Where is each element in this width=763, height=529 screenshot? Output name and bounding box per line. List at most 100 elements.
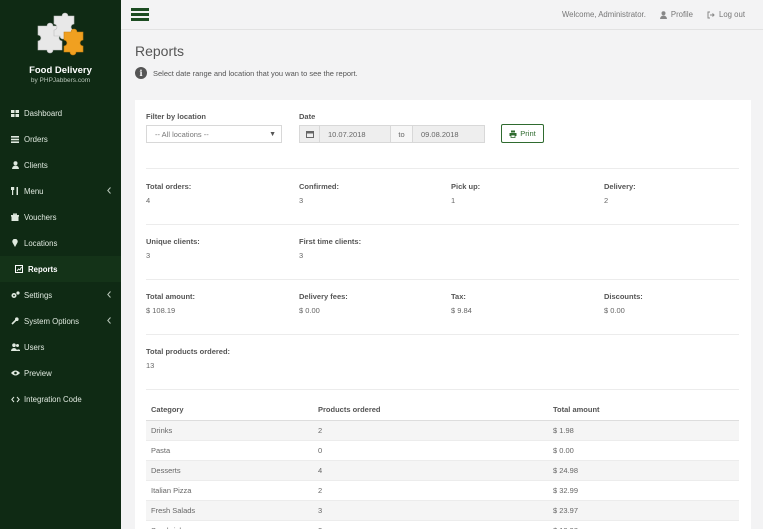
table-cell-amount: $ 13.98 [548, 519, 739, 529]
tax-label: Tax: [451, 292, 466, 301]
location-filter-label: Filter by location [146, 112, 207, 121]
table-cell-products: 4 [313, 459, 548, 480]
sidebar-item-orders[interactable]: Orders [0, 126, 121, 152]
table-cell-category: Desserts [146, 459, 313, 480]
divider [146, 389, 739, 390]
sidebar-item-system-options[interactable]: System Options [0, 308, 121, 334]
location-select-value: -- All locations -- [155, 129, 209, 139]
total-orders-label: Total orders: [146, 182, 192, 191]
date-to-label: to [391, 125, 413, 143]
tax-value: $ 9.84 [451, 306, 472, 315]
table-header-row: Category Products ordered Total amount [146, 400, 739, 421]
brand-name: Food Delivery [29, 65, 92, 76]
sidebar-item-dashboard[interactable]: Dashboard [0, 100, 121, 126]
profile-link[interactable]: Profile [659, 10, 693, 19]
table-header-amount: Total amount [548, 400, 739, 421]
sidebar-item-integration-code[interactable]: Integration Code [0, 386, 121, 412]
sidebar-nav: Dashboard Orders Clients Menu Vouchers Locati… [0, 100, 121, 412]
calendar-icon[interactable] [299, 125, 320, 143]
cutlery-icon [10, 186, 20, 196]
table-cell-amount: $ 24.98 [548, 459, 739, 480]
sidebar-item-label: Vouchers [24, 212, 57, 222]
table-body: Drinks 2 $ 1.98 Pasta 0 $ 0.00 Desserts 4 $ 24.9… [146, 419, 739, 529]
sidebar-item-label: System Options [24, 316, 80, 326]
unique-clients-value: 3 [146, 251, 151, 260]
table-row: Fresh Salads 3 $ 23.97 [146, 499, 739, 520]
logout-link[interactable]: Log out [707, 10, 745, 19]
location-select[interactable]: -- All locations -- ▼ [146, 125, 282, 143]
unique-clients-label: Unique clients: [146, 237, 200, 246]
hamburger-menu-icon[interactable] [131, 7, 149, 22]
table-cell-products: 2 [313, 419, 548, 440]
delivery-fees-label: Delivery fees: [299, 292, 348, 301]
code-icon [10, 394, 20, 404]
profile-label: Profile [670, 10, 693, 19]
table-header-category: Category [146, 400, 313, 421]
dashboard-icon [10, 108, 20, 118]
info-text: Select date range and location that you … [153, 68, 358, 78]
report-panel: Filter by location -- All locations -- ▼… [135, 100, 751, 529]
sidebar-item-label: Locations [24, 238, 58, 248]
total-products-value: 13 [146, 361, 155, 370]
chevron-left-icon [107, 291, 111, 300]
total-amount-value: $ 108.19 [146, 306, 176, 315]
table-row: Pasta 0 $ 0.00 [146, 439, 739, 460]
sidebar-item-vouchers[interactable]: Vouchers [0, 204, 121, 230]
welcome-text: Welcome, Administrator. [561, 10, 646, 19]
sidebar-item-preview[interactable]: Preview [0, 360, 121, 386]
delivery-fees-value: $ 0.00 [299, 306, 320, 315]
table-row: Sandwiches2$ 13.98 [146, 519, 739, 529]
table-cell-amount: $ 23.97 [548, 499, 739, 520]
sidebar-item-label: Integration Code [24, 394, 82, 404]
chevron-left-icon [107, 317, 111, 326]
date-to-input[interactable]: 09.08.2018 [413, 125, 485, 143]
sidebar-item-reports[interactable]: Reports [0, 256, 121, 282]
confirmed-value: 3 [299, 196, 304, 205]
sidebar-item-settings[interactable]: Settings [0, 282, 121, 308]
table-cell-category: Fresh Salads [146, 499, 313, 520]
users-icon [10, 342, 20, 352]
table-cell-category: Sandwiches [146, 519, 313, 529]
sidebar: Food Delivery by PHPJabbers.com Dashboar… [0, 0, 121, 529]
sidebar-item-label: Dashboard [24, 108, 63, 118]
sidebar-item-locations[interactable]: Locations [0, 230, 121, 256]
table-cell-category: Italian Pizza [146, 479, 313, 500]
brand-subtitle: by PHPJabbers.com [30, 77, 91, 84]
table-row: Drinks 2 $ 1.98 [146, 419, 739, 440]
sidebar-item-label: Users [24, 342, 45, 352]
table-cell-products: 2 [313, 519, 548, 529]
puzzle-logo-icon [37, 12, 84, 56]
divider [146, 334, 739, 335]
confirmed-label: Confirmed: [299, 182, 339, 191]
cogs-icon [10, 290, 20, 300]
sidebar-item-label: Menu [24, 186, 44, 196]
date-range: 10.07.2018 to 09.08.2018 [299, 125, 485, 143]
divider [146, 168, 739, 169]
pickup-value: 1 [451, 196, 456, 205]
delivery-value: 2 [604, 196, 609, 205]
page-title: Reports [135, 43, 185, 59]
table-cell-products: 3 [313, 499, 548, 520]
info-icon: i [135, 67, 147, 79]
sidebar-item-menu[interactable]: Menu [0, 178, 121, 204]
map-marker-icon [10, 238, 20, 248]
date-from-input[interactable]: 10.07.2018 [320, 125, 391, 143]
print-button[interactable]: Print [501, 124, 544, 143]
logout-icon [707, 11, 715, 18]
chevron-left-icon [107, 187, 111, 196]
sidebar-item-clients[interactable]: Clients [0, 152, 121, 178]
chart-icon [14, 264, 24, 274]
divider [146, 224, 739, 225]
divider [146, 279, 739, 280]
table-row: Desserts 4 $ 24.98 [146, 459, 739, 480]
chevron-down-icon: ▼ [269, 131, 276, 138]
table-cell-amount: $ 1.98 [548, 419, 739, 440]
table-cell-products: 0 [313, 439, 548, 460]
first-time-clients-value: 3 [299, 251, 304, 260]
logout-label: Log out [718, 10, 745, 19]
sidebar-item-users[interactable]: Users [0, 334, 121, 360]
wrench-icon [10, 316, 20, 326]
total-products-label: Total products ordered: [146, 347, 231, 356]
user-icon [659, 10, 667, 19]
table-cell-amount: $ 32.99 [548, 479, 739, 500]
